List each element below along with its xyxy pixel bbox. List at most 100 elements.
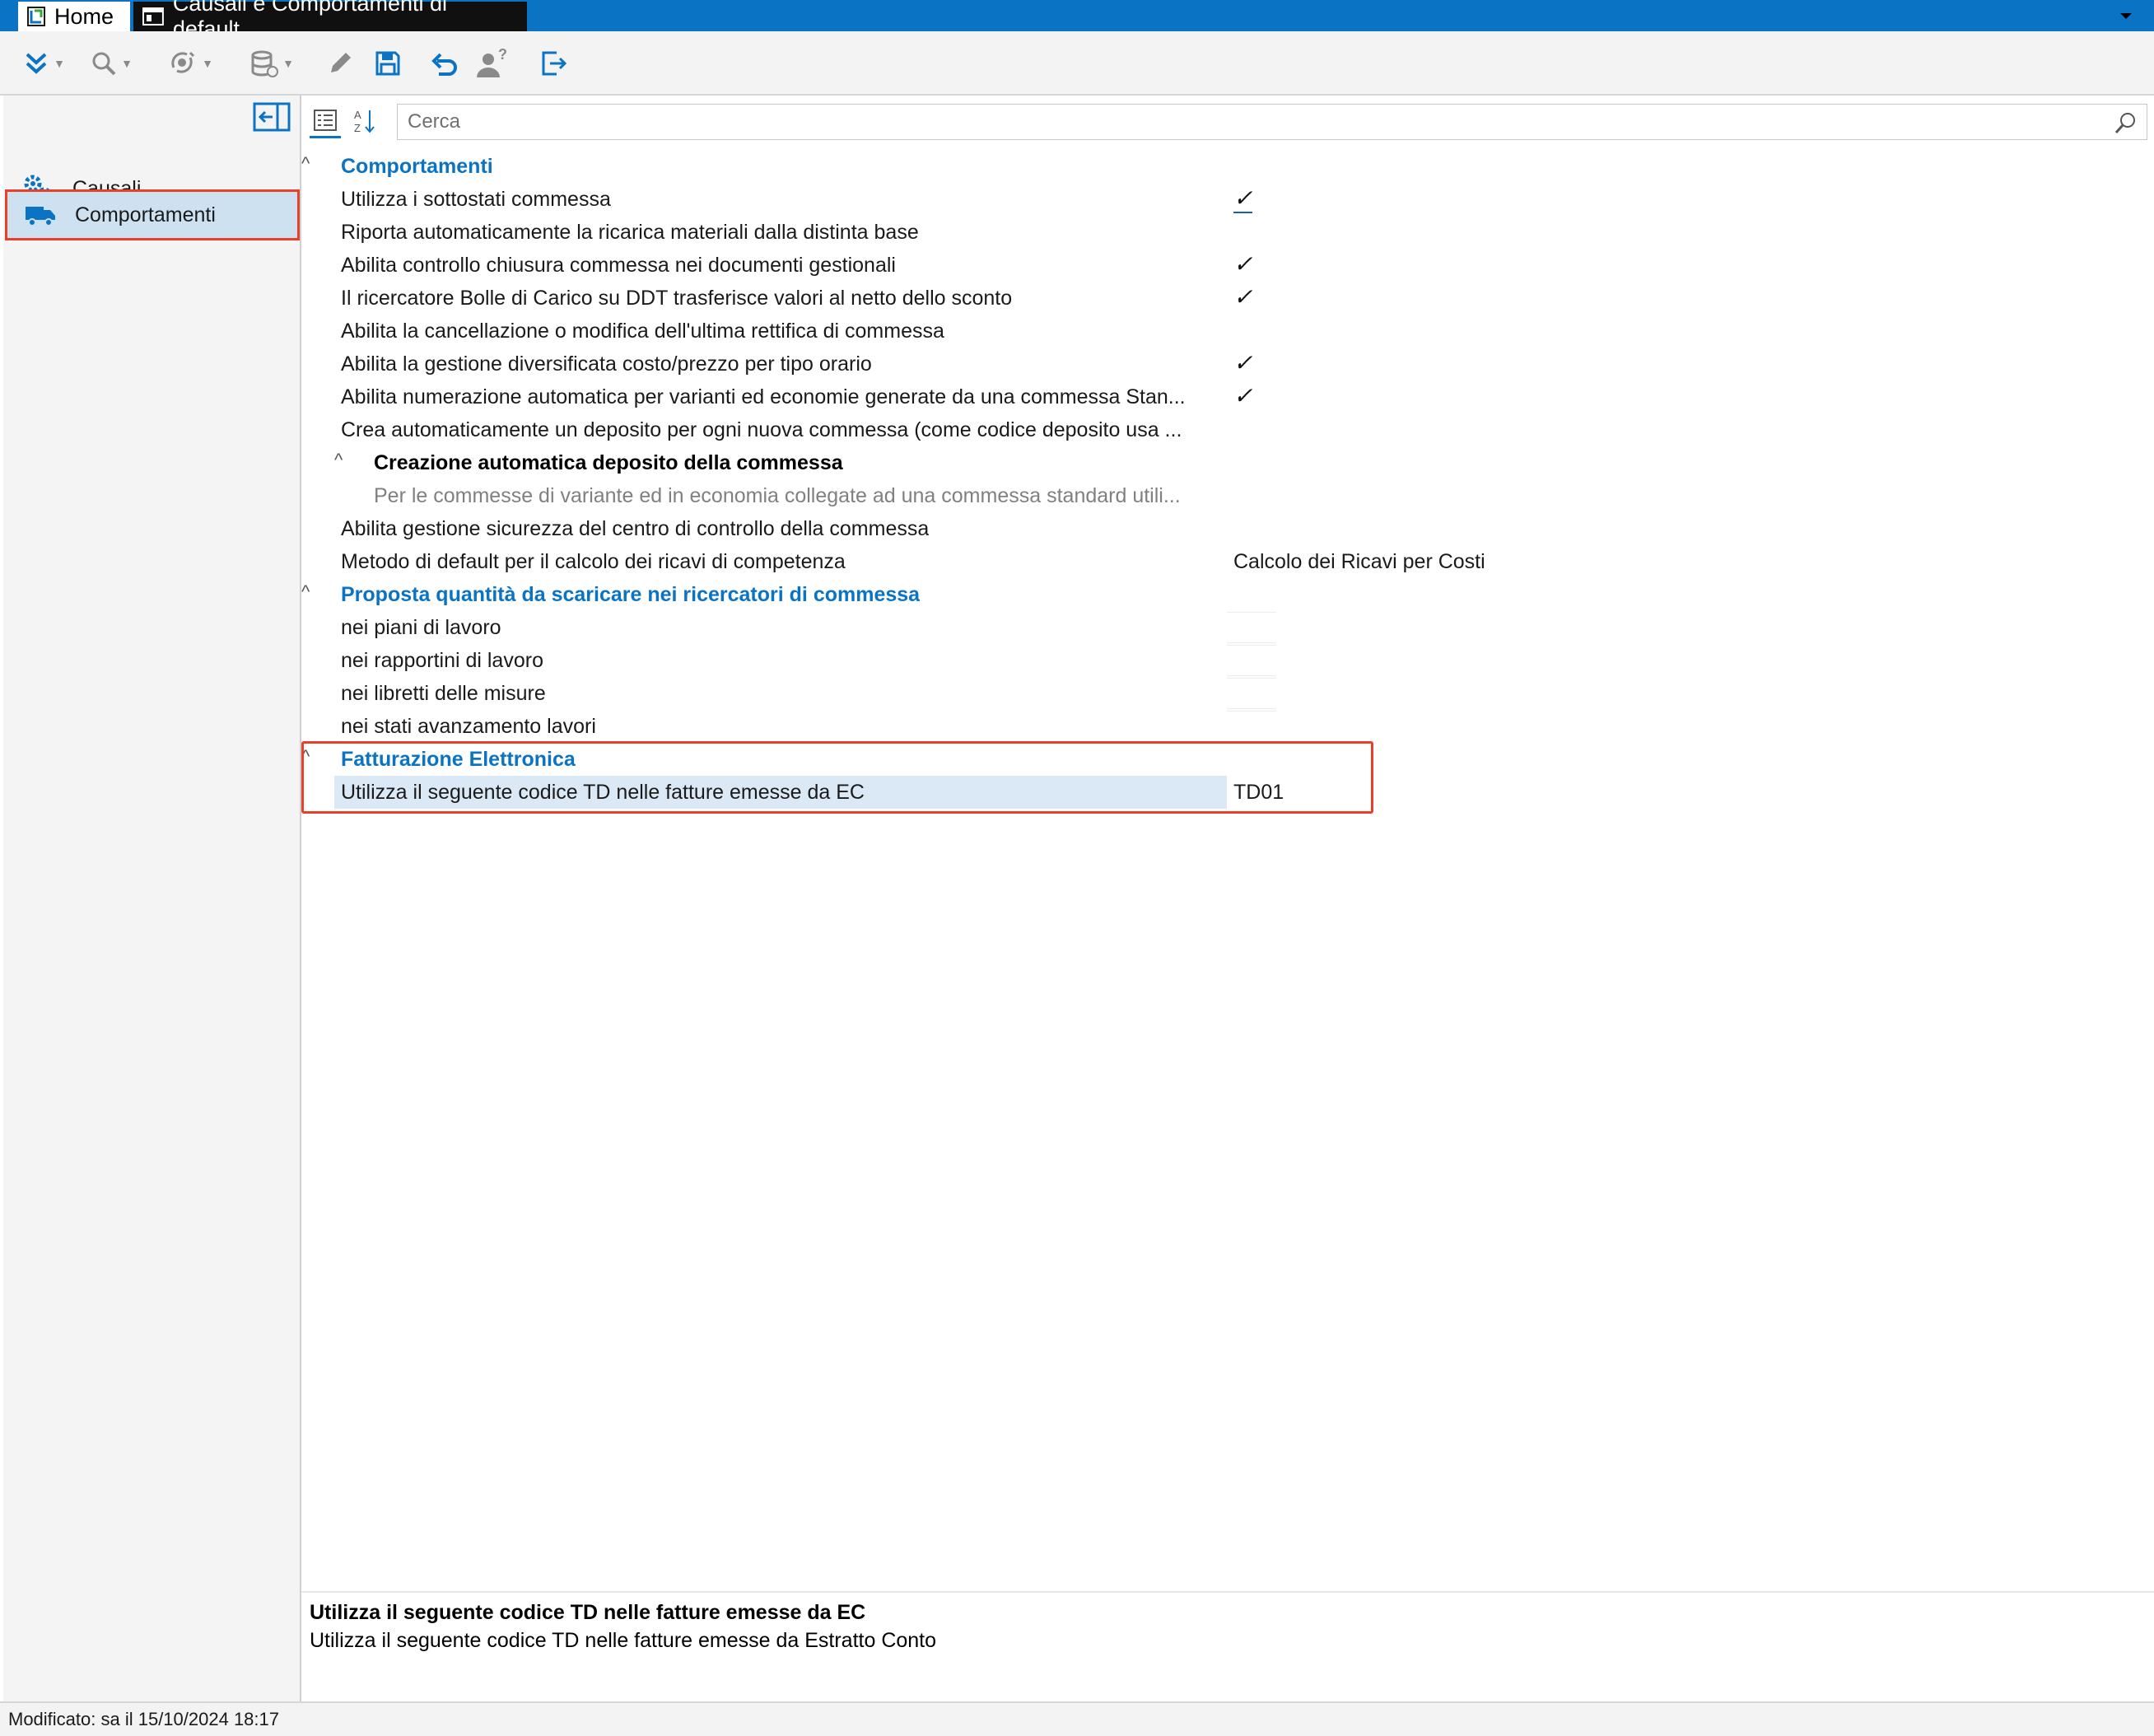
save-icon: [375, 51, 400, 76]
property-label: Il ricercatore Bolle di Carico su DDT tr…: [341, 287, 1013, 310]
search-input[interactable]: [398, 110, 2094, 133]
magnifier-icon: [92, 52, 116, 76]
undo-button[interactable]: [425, 43, 466, 84]
category-proposta-quantita[interactable]: ^ Proposta quantità da scaricare nei ric…: [301, 578, 2154, 611]
category-comportamenti[interactable]: ^ Comportamenti: [301, 150, 2154, 183]
checkbox-value[interactable]: ✓: [1233, 382, 1252, 409]
description-text: Utilizza il seguente codice TD nelle fat…: [310, 1629, 937, 1652]
property-row[interactable]: Riporta automaticamente la ricarica mate…: [301, 216, 2154, 249]
chevron-down-icon: ▼: [202, 57, 213, 70]
status-text: Modificato: sa il 15/10/2024 18:17: [8, 1709, 280, 1729]
tabs-dropdown-icon[interactable]: [2116, 7, 2136, 25]
checkbox-value[interactable]: ✓: [1233, 349, 1252, 376]
toolbar: ▼ ▼ ▼ ▼ ?: [0, 31, 2154, 96]
collapse-arrow-icon[interactable]: ^: [334, 450, 343, 471]
svg-text:A: A: [354, 109, 361, 121]
property-label: Riporta automaticamente la ricarica mate…: [341, 221, 919, 244]
sidebar-item-comportamenti[interactable]: Comportamenti: [5, 189, 300, 240]
category-title: Comportamenti: [341, 155, 493, 178]
undo-icon: [431, 53, 457, 76]
edit-icon: [331, 53, 351, 72]
value-cell[interactable]: [1227, 612, 1276, 643]
chevron-down-icon: ▼: [282, 57, 294, 70]
value-cell[interactable]: [1227, 711, 1276, 742]
property-row[interactable]: nei libretti delle misure: [301, 677, 2154, 710]
property-panel: AZ ^ Comportamenti Utilizza i sottostati…: [301, 96, 2154, 1701]
property-row[interactable]: nei rapportini di lavoro: [301, 644, 2154, 677]
property-row[interactable]: Crea automaticamente un deposito per ogn…: [301, 413, 2154, 446]
exit-icon: [542, 51, 567, 76]
property-label: Utilizza i sottostati commessa: [341, 188, 611, 211]
document-window-icon: [142, 7, 164, 26]
property-label: nei rapportini di lavoro: [341, 649, 543, 672]
description-title: Utilizza il seguente codice TD nelle fat…: [310, 1601, 866, 1624]
property-label: Abilita gestione sicurezza del centro di…: [341, 517, 930, 540]
filter-button[interactable]: ▼: [161, 43, 221, 84]
property-row[interactable]: Metodo di default per il calcolo dei ric…: [301, 545, 2154, 578]
property-label: Per le commesse di variante ed in econom…: [374, 484, 1181, 507]
categorized-view-button[interactable]: [310, 104, 341, 138]
title-bar: Home Causali e Comportamenti di default: [0, 0, 2154, 41]
highlight-annotation: [301, 741, 1373, 814]
app-logo-icon: [27, 7, 45, 26]
subcategory-deposito[interactable]: ^ Creazione automatica deposito della co…: [301, 446, 2154, 479]
sidebar-item-label: Comportamenti: [75, 203, 216, 226]
alphabetical-view-button[interactable]: AZ: [349, 104, 380, 138]
property-label: nei libretti delle misure: [341, 682, 546, 705]
subcategory-title: Creazione automatica deposito della comm…: [374, 451, 843, 474]
checkbox-value[interactable]: ✓: [1233, 283, 1252, 310]
property-row[interactable]: Il ricercatore Bolle di Carico su DDT tr…: [301, 282, 2154, 315]
property-row[interactable]: Utilizza i sottostati commessa ✓: [301, 183, 2154, 216]
search-icon[interactable]: [2114, 110, 2138, 135]
status-bar: Modificato: sa il 15/10/2024 18:17: [0, 1701, 2154, 1736]
truck-icon: [26, 207, 55, 226]
value-cell[interactable]: [1227, 678, 1276, 709]
property-label: Crea automaticamente un deposito per ogn…: [341, 418, 1182, 441]
property-row[interactable]: nei piani di lavoro: [301, 611, 2154, 644]
database-button[interactable]: ▼: [240, 43, 303, 84]
property-label: Abilita la cancellazione o modifica dell…: [341, 320, 944, 343]
sort-az-icon: AZ: [354, 109, 375, 134]
collapse-sidebar-button[interactable]: [252, 100, 291, 133]
property-row[interactable]: nei stati avanzamento lavori: [301, 710, 2154, 743]
property-row[interactable]: Per le commesse di variante ed in econom…: [301, 479, 2154, 512]
collapse-panel-icon: [253, 102, 291, 132]
search-button[interactable]: ▼: [82, 43, 140, 84]
description-pane: Utilizza il seguente codice TD nelle fat…: [301, 1591, 2154, 1701]
property-label: Abilita la gestione diversificata costo/…: [341, 352, 872, 376]
property-row[interactable]: Abilita gestione sicurezza del centro di…: [301, 512, 2154, 545]
svg-text:Z: Z: [354, 122, 361, 134]
database-icon: [251, 50, 279, 77]
property-label: Metodo di default per il calcolo dei ric…: [341, 550, 846, 573]
category-title: Proposta quantità da scaricare nei ricer…: [341, 583, 921, 606]
svg-text:?: ?: [498, 48, 507, 63]
search-box: [397, 104, 2147, 140]
tab-document[interactable]: Causali e Comportamenti di default: [133, 0, 527, 41]
checkbox-value[interactable]: ✓: [1233, 184, 1253, 213]
expand-icon: [26, 53, 47, 74]
property-row[interactable]: Abilita la cancellazione o modifica dell…: [301, 315, 2154, 348]
user-help-button[interactable]: ?: [471, 43, 515, 84]
filter-icon: [171, 51, 195, 73]
search-row: AZ: [301, 104, 2154, 140]
property-row[interactable]: Abilita la gestione diversificata costo/…: [301, 348, 2154, 380]
value-cell[interactable]: [1227, 645, 1276, 676]
exit-button[interactable]: [535, 43, 573, 84]
edit-button[interactable]: [319, 43, 361, 84]
expand-button[interactable]: ▼: [15, 43, 72, 84]
property-row[interactable]: Abilita controllo chiusura commessa nei …: [301, 249, 2154, 282]
tab-home-label: Home: [54, 3, 114, 29]
collapse-arrow-icon[interactable]: ^: [301, 581, 310, 603]
save-button[interactable]: [367, 43, 408, 84]
chevron-down-icon: ▼: [121, 57, 133, 70]
checkbox-value[interactable]: ✓: [1233, 250, 1252, 278]
tab-home[interactable]: Home: [18, 2, 130, 31]
property-label: nei piani di lavoro: [341, 616, 501, 639]
property-row[interactable]: Abilita numerazione automatica per varia…: [301, 380, 2154, 413]
collapse-arrow-icon[interactable]: ^: [301, 153, 310, 175]
user-help-icon: ?: [477, 48, 507, 77]
dropdown-value[interactable]: Calcolo dei Ricavi per Costi: [1233, 550, 1485, 574]
chevron-down-icon: ▼: [54, 57, 65, 70]
sidebar: Causali Comportamenti: [3, 96, 301, 1701]
property-label: nei stati avanzamento lavori: [341, 715, 596, 738]
